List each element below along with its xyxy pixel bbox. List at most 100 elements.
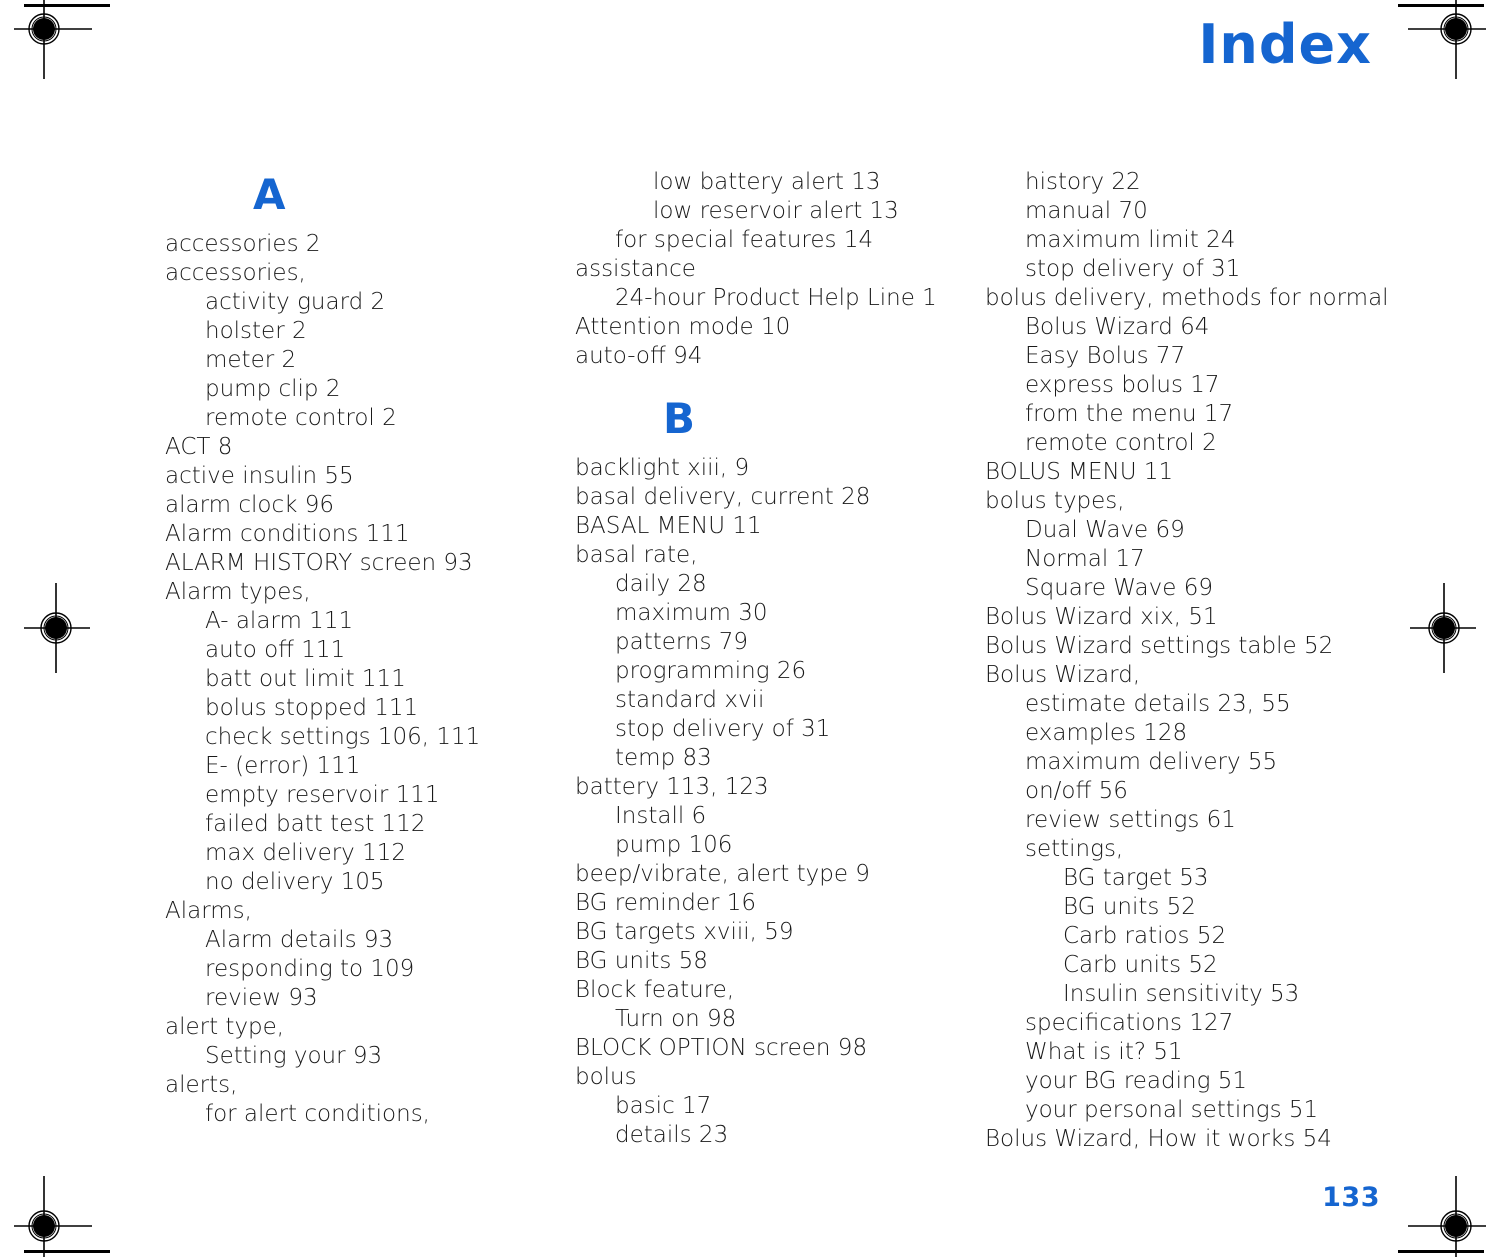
index-entry: BOLUS MENU 11 [985,459,1174,485]
index-entry: bolus stopped 111 [205,695,419,721]
index-entry: Bolus Wizard settings table 52 [985,633,1334,659]
index-entry: maximum delivery 55 [1025,749,1278,775]
index-entry: stop delivery of 31 [615,716,831,742]
index-entry: from the menu 17 [1025,401,1234,427]
index-entry: bolus types, [985,488,1125,514]
index-entry: Block feature, [575,977,735,1003]
index-entry: accessories 2 [165,231,321,257]
index-entry: Bolus Wizard, [985,662,1141,688]
trim-line-top-left [24,4,110,7]
index-entry: low reservoir alert 13 [653,198,899,224]
index-entry: pump 106 [615,832,733,858]
index-entry: Normal 17 [1025,546,1145,572]
index-entry: Alarm types, [165,579,311,605]
index-entry: Attention mode 10 [575,314,791,340]
letter-heading-a: A [253,170,286,219]
index-entry: estimate details 23, 55 [1025,691,1291,717]
index-entry: holster 2 [205,318,307,344]
index-entry: specifications 127 [1025,1010,1234,1036]
index-entry: Dual Wave 69 [1025,517,1185,543]
page-title: Index [1198,13,1372,76]
index-entry: temp 83 [615,745,712,771]
index-entry: Alarms, [165,898,252,924]
index-entry: low battery alert 13 [653,169,881,195]
index-entry: express bolus 17 [1025,372,1220,398]
index-entry: stop delivery of 31 [1025,256,1241,282]
index-entry: failed batt test 112 [205,811,426,837]
index-entry: assistance [575,256,696,282]
index-entry: bolus [575,1064,637,1090]
index-entry: remote control 2 [205,405,397,431]
index-entry: check settings 106, 111 [205,724,481,750]
index-entry: backlight xiii, 9 [575,455,750,481]
index-entry: settings, [1025,836,1124,862]
index-entry: What is it? 51 [1025,1039,1183,1065]
index-entry: Setting your 93 [205,1043,383,1069]
index-entry: pump clip 2 [205,376,341,402]
index-entry: your personal settings 51 [1025,1097,1319,1123]
index-entry: history 22 [1025,169,1141,195]
index-entry: daily 28 [615,571,707,597]
index-entry: battery 113, 123 [575,774,769,800]
index-entry: review 93 [205,985,318,1011]
index-entry: meter 2 [205,347,297,373]
index-entry: patterns 79 [615,629,749,655]
trim-line-top-right [1398,4,1484,7]
index-entry: active insulin 55 [165,463,354,489]
index-entry: maximum limit 24 [1025,227,1236,253]
index-entry: basal rate, [575,542,698,568]
index-entry: A- alarm 111 [205,608,354,634]
index-entry: BG target 53 [1063,865,1209,891]
index-entry: your BG reading 51 [1025,1068,1247,1094]
index-entry: auto off 111 [205,637,346,663]
index-entry: basic 17 [615,1093,712,1119]
index-entry: Alarm details 93 [205,927,394,953]
registration-target-icon-bottom-right [1408,1176,1486,1257]
index-entry: Bolus Wizard xix, 51 [985,604,1218,630]
index-entry: BG units 52 [1063,894,1196,920]
index-entry: auto-off 94 [575,343,703,369]
index-entry: Easy Bolus 77 [1025,343,1186,369]
index-entry: BASAL MENU 11 [575,513,762,539]
index-column-2: low battery alert 13 low reservoir alert … [575,168,995,1150]
index-entry: Alarm conditions 111 [165,521,410,547]
index-entry: remote control 2 [1025,430,1217,456]
index-entry: Insulin sensitivity 53 [1063,981,1300,1007]
trim-line-bottom-right [1398,1250,1484,1253]
index-entry: examples 128 [1025,720,1188,746]
index-entry: Carb units 52 [1063,952,1218,978]
index-entry: no delivery 105 [205,869,385,895]
index-entry: max delivery 112 [205,840,406,866]
index-entry: bolus delivery, methods for normal [985,285,1389,311]
index-entry: manual 70 [1025,198,1148,224]
index-column-3: history 22 manual 70 maximum limit 24 stop … [985,168,1405,1154]
index-entry: maximum 30 [615,600,768,626]
index-entry: empty reservoir 111 [205,782,440,808]
index-entry: on/off 56 [1025,778,1128,804]
index-entry: BG units 58 [575,948,708,974]
index-entry: programming 26 [615,658,807,684]
page-number: 133 [1322,1182,1380,1213]
index-entry: Turn on 98 [615,1006,737,1032]
index-page: Index Aaccessories 2 accessories, activity… [0,0,1500,1257]
registration-target-icon-middle-left [24,583,90,673]
index-entry: review settings 61 [1025,807,1236,833]
index-entry: E- (error) 111 [205,753,361,779]
index-entry: details 23 [615,1122,729,1148]
index-entry: accessories, [165,260,306,286]
index-entry: ALARM HISTORY screen 93 [165,550,473,576]
index-entry: alerts, [165,1072,238,1098]
index-entry: Carb ratios 52 [1063,923,1227,949]
index-entry: Square Wave 69 [1025,575,1213,601]
index-entry: beep/vibrate, alert type 9 [575,861,870,887]
registration-target-icon-top-left [14,0,92,79]
index-entry: Bolus Wizard, How it works 54 [985,1126,1332,1152]
index-entry: basal delivery, current 28 [575,484,871,510]
index-entry: activity guard 2 [205,289,386,315]
index-entry: ACT 8 [165,434,233,460]
index-entry: BG reminder 16 [575,890,757,916]
index-entry: alarm clock 96 [165,492,334,518]
index-entry: BLOCK OPTION screen 98 [575,1035,868,1061]
index-entry: Install 6 [615,803,707,829]
index-column-1: Aaccessories 2 accessories, activity guard… [165,168,585,1129]
